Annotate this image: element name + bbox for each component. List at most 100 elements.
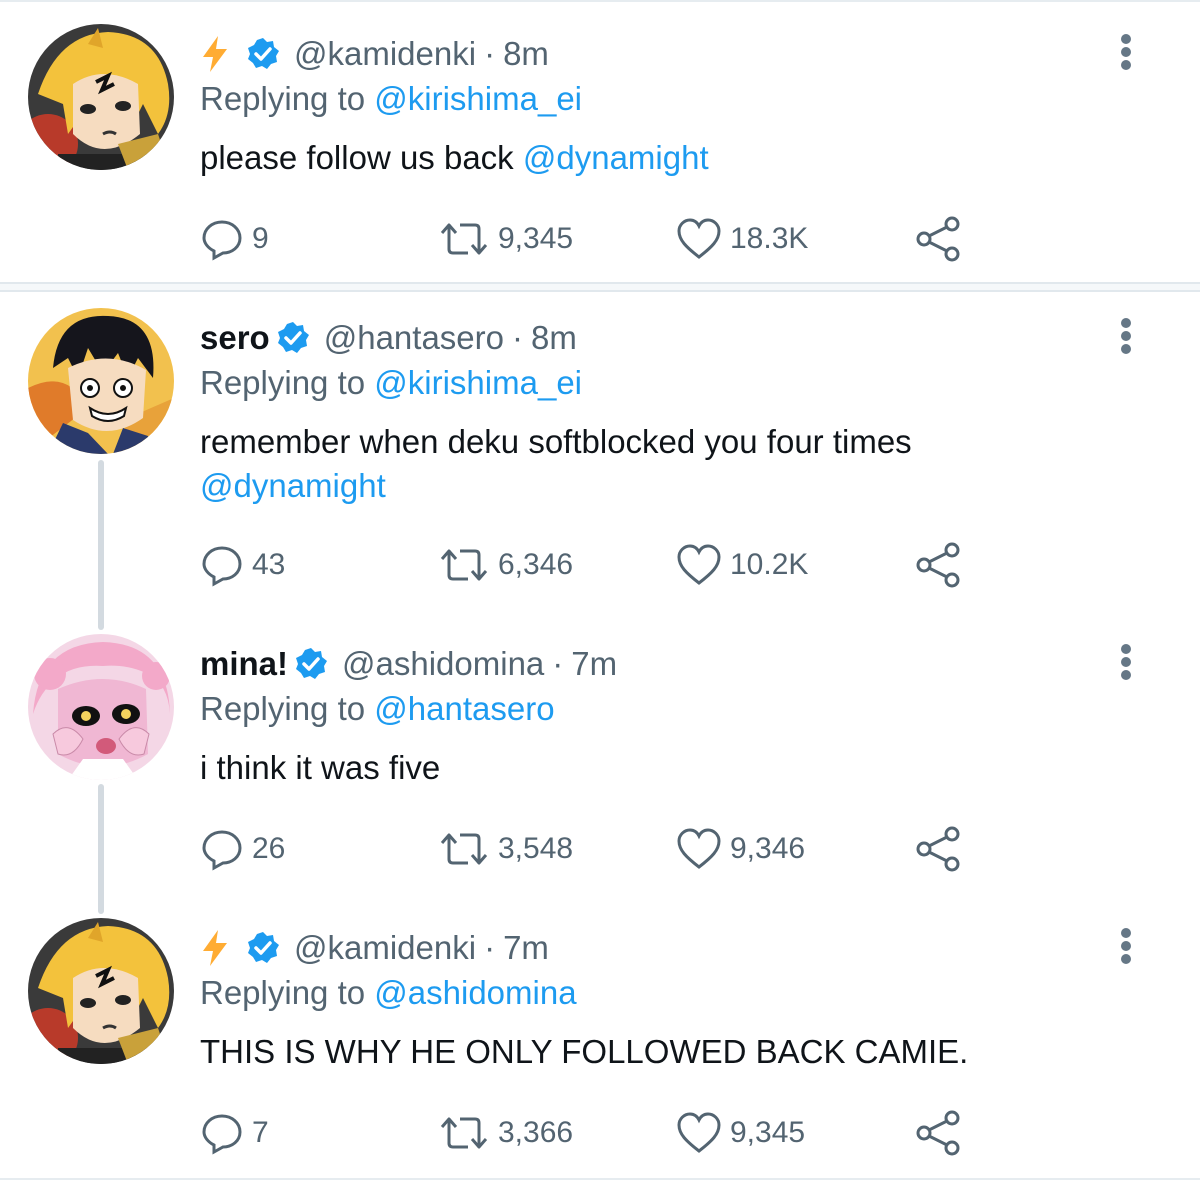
verified-icon — [277, 322, 309, 353]
reply-button[interactable]: 26 — [200, 824, 285, 874]
denki-avatar[interactable] — [28, 918, 174, 1064]
retweet-button[interactable]: 3,548 — [438, 824, 573, 874]
share-icon — [916, 216, 960, 262]
tweet-actions: 7 3,366 9,345 — [200, 1108, 1000, 1158]
share-button[interactable] — [914, 1108, 962, 1158]
share-icon — [916, 826, 960, 872]
replying-prefix: Replying to — [200, 690, 366, 727]
like-icon — [677, 218, 721, 259]
display-name[interactable]: sero — [200, 319, 270, 357]
separator-dot: · — [552, 645, 564, 682]
timestamp[interactable]: 8m — [531, 319, 577, 357]
tweet-body: THIS IS WHY HE ONLY FOLLOWED BACK CAMIE. — [200, 1033, 969, 1070]
like-icon — [677, 828, 721, 869]
tweet-body: please follow us back — [200, 139, 514, 176]
reply-button[interactable]: 7 — [200, 1108, 269, 1158]
tweet-text: please follow us back @dynamight — [200, 136, 1060, 180]
tweet-actions: 26 3,548 9,346 — [200, 824, 1000, 874]
like-icon — [677, 544, 721, 585]
share-icon — [916, 542, 960, 588]
retweet-button[interactable]: 3,366 — [438, 1108, 573, 1158]
retweet-icon — [440, 1117, 488, 1149]
share-button[interactable] — [914, 540, 962, 590]
mina-avatar[interactable] — [28, 634, 174, 780]
tweet-body: i think it was five — [200, 749, 441, 786]
denki-avatar[interactable] — [28, 24, 174, 170]
reply-button[interactable]: 9 — [200, 214, 269, 264]
bolt-icon — [203, 36, 227, 72]
reply-icon — [202, 220, 242, 261]
separator-dot: · — [484, 929, 496, 966]
tweet-header: @kamidenki · 8m — [200, 30, 549, 78]
tweet[interactable]: @kamidenki · 7m Replying to @ashidomina … — [0, 894, 1200, 1164]
reply-icon — [202, 546, 242, 587]
tweet-header: @kamidenki · 7m — [200, 924, 549, 972]
replying-to-mention[interactable]: @kirishima_ei — [374, 364, 582, 401]
retweet-icon — [440, 833, 488, 865]
replying-to-mention[interactable]: @ashidomina — [374, 974, 576, 1011]
replying-prefix: Replying to — [200, 974, 366, 1011]
user-handle[interactable]: @kamidenki — [294, 929, 476, 967]
more-icon[interactable] — [1112, 316, 1140, 356]
tweet-header: mina! @ashidomina · 7m — [200, 640, 617, 688]
like-button[interactable]: 18.3K — [676, 214, 808, 264]
verified-icon — [296, 648, 328, 679]
verified-icon — [248, 38, 279, 69]
replying-to: Replying to @kirishima_ei — [200, 80, 582, 118]
share-button[interactable] — [914, 824, 962, 874]
like-count: 18.3K — [730, 222, 809, 255]
separator-dot: · — [484, 35, 496, 72]
tweet-body: remember when deku softblocked you four … — [200, 423, 912, 460]
retweet-icon — [440, 549, 488, 581]
display-name[interactable]: mina! — [200, 645, 288, 683]
retweet-count: 3,366 — [498, 1116, 574, 1149]
user-handle[interactable]: @kamidenki — [294, 35, 476, 73]
verified-icon — [248, 932, 279, 963]
tweet-text: THIS IS WHY HE ONLY FOLLOWED BACK CAMIE. — [200, 1030, 1060, 1074]
more-icon[interactable] — [1112, 926, 1140, 966]
share-button[interactable] — [914, 214, 962, 264]
reply-icon — [202, 830, 242, 871]
replying-to-mention[interactable]: @kirishima_ei — [374, 80, 582, 117]
tweet-actions: 9 9,345 18.3K — [200, 214, 1000, 264]
replying-to: Replying to @kirishima_ei — [200, 364, 582, 402]
reply-count: 7 — [252, 1116, 269, 1149]
tweet-mention[interactable]: @dynamight — [523, 139, 709, 176]
replying-to: Replying to @ashidomina — [200, 974, 577, 1012]
more-icon[interactable] — [1112, 642, 1140, 682]
tweet-text: remember when deku softblocked you four … — [200, 420, 1060, 508]
user-handle[interactable]: @ashidomina — [342, 645, 544, 683]
replying-to: Replying to @hantasero — [200, 690, 555, 728]
timestamp[interactable]: 8m — [503, 35, 549, 73]
retweet-count: 6,346 — [498, 548, 574, 581]
retweet-button[interactable]: 9,345 — [438, 214, 573, 264]
like-button[interactable]: 9,345 — [676, 1108, 805, 1158]
twitter-thread: @kamidenki · 8m Replying to @kirishima_e… — [0, 0, 1200, 1180]
reply-count: 26 — [252, 832, 286, 865]
sero-avatar[interactable] — [28, 308, 174, 454]
retweet-button[interactable]: 6,346 — [438, 540, 573, 590]
tweet[interactable]: @kamidenki · 8m Replying to @kirishima_e… — [0, 0, 1200, 270]
like-count: 9,345 — [730, 1116, 806, 1149]
like-button[interactable]: 9,346 — [676, 824, 805, 874]
tweet-actions: 43 6,346 10.2K — [200, 540, 1000, 590]
replying-prefix: Replying to — [200, 364, 366, 401]
more-icon[interactable] — [1112, 32, 1140, 72]
tweet-header: sero @hantasero · 8m — [200, 314, 577, 362]
bolt-icon — [203, 930, 227, 966]
like-count: 9,346 — [730, 832, 806, 865]
tweet-text: i think it was five — [200, 746, 1060, 790]
timestamp[interactable]: 7m — [571, 645, 617, 683]
tweet-mention[interactable]: @dynamight — [200, 467, 386, 504]
retweet-count: 3,548 — [498, 832, 574, 865]
timestamp[interactable]: 7m — [503, 929, 549, 967]
tweet[interactable]: mina! @ashidomina · 7m Replying to @hant… — [0, 610, 1200, 880]
replying-to-mention[interactable]: @hantasero — [374, 690, 554, 727]
reply-count: 43 — [252, 548, 286, 581]
retweet-count: 9,345 — [498, 222, 574, 255]
like-icon — [677, 1112, 721, 1153]
reply-button[interactable]: 43 — [200, 540, 285, 590]
tweet[interactable]: sero @hantasero · 8m Replying to @kirish… — [0, 284, 1200, 588]
user-handle[interactable]: @hantasero — [324, 319, 504, 357]
like-button[interactable]: 10.2K — [676, 540, 808, 590]
